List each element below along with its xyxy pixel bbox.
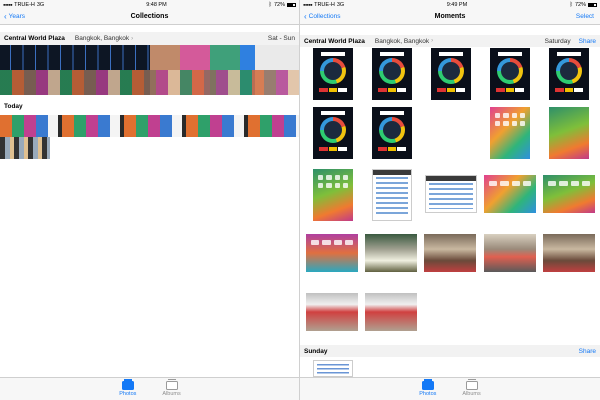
albums-tab-icon bbox=[465, 379, 478, 390]
collection-title: Central World Plaza bbox=[4, 35, 65, 42]
photos-tab-icon bbox=[121, 379, 134, 390]
photo-thumbnail[interactable] bbox=[372, 48, 412, 100]
battery-percent: 72% bbox=[273, 1, 285, 8]
nav-bar: ‹ Collections Moments Select bbox=[300, 9, 600, 25]
photo-thumbnail[interactable] bbox=[543, 175, 595, 213]
collection-header[interactable]: Central World Plaza Bangkok, Bangkok › S… bbox=[0, 32, 299, 45]
clock: 9:49 PM bbox=[446, 1, 468, 8]
select-button[interactable]: Select bbox=[576, 13, 594, 20]
moment-date: Saturday bbox=[544, 37, 571, 45]
chevron-right-icon: › bbox=[431, 38, 434, 44]
photo-thumbnail[interactable] bbox=[313, 48, 353, 100]
bluetooth-icon: ᛒ bbox=[268, 1, 272, 8]
carrier: TRUE-H bbox=[14, 1, 35, 8]
photo-thumbnail[interactable] bbox=[372, 169, 412, 221]
photo-thumbnail[interactable] bbox=[549, 107, 589, 159]
clock: 9:48 PM bbox=[146, 1, 167, 8]
network: 3G bbox=[336, 1, 345, 8]
tab-bar: Photos Albums bbox=[300, 377, 600, 400]
collection-thumbnails-today-row2[interactable] bbox=[0, 137, 50, 159]
share-button[interactable]: Share bbox=[579, 348, 596, 355]
tab-albums-label: Albums bbox=[462, 391, 481, 397]
photo-thumbnail[interactable] bbox=[365, 234, 417, 272]
back-button[interactable]: ‹ Years bbox=[4, 11, 26, 21]
moment-header-sunday: Sunday Share bbox=[300, 345, 600, 357]
battery-icon bbox=[287, 2, 296, 7]
photo-thumbnail[interactable] bbox=[431, 48, 471, 100]
tab-photos[interactable]: Photos bbox=[419, 379, 437, 400]
moment-location[interactable]: Bangkok, Bangkok bbox=[375, 38, 429, 45]
tab-albums[interactable]: Albums bbox=[162, 379, 181, 400]
collection-header-today[interactable]: Today bbox=[0, 100, 299, 112]
signal-icon: ●●●●● bbox=[3, 2, 13, 7]
chevron-left-icon: ‹ bbox=[4, 11, 7, 21]
tab-albums-label: Albums bbox=[162, 391, 181, 397]
network: 3G bbox=[36, 1, 45, 8]
photo-thumbnail[interactable] bbox=[484, 234, 536, 272]
photo-thumbnail[interactable] bbox=[372, 107, 412, 159]
tab-photos-label: Photos bbox=[119, 391, 137, 397]
photo-thumbnail[interactable] bbox=[313, 107, 353, 159]
collection-thumbnails-today[interactable] bbox=[0, 115, 299, 137]
carrier: TRUE-H bbox=[314, 1, 335, 8]
collections-screen: ●●●●● TRUE-H 3G 9:48 PM ᛒ 72% ‹ Years Co… bbox=[0, 0, 300, 400]
moment-header: Central World Plaza Bangkok, Bangkok › S… bbox=[300, 35, 600, 47]
photo-thumbnail[interactable] bbox=[490, 48, 530, 100]
back-label: Years bbox=[8, 13, 26, 20]
photo-thumbnail[interactable] bbox=[490, 107, 530, 159]
albums-tab-icon bbox=[165, 379, 178, 390]
nav-bar: ‹ Years Collections bbox=[0, 9, 299, 25]
photos-tab-icon bbox=[421, 379, 434, 390]
share-button[interactable]: Share bbox=[579, 38, 596, 45]
photo-thumbnail[interactable] bbox=[313, 169, 353, 221]
collection-thumbnails[interactable] bbox=[0, 45, 299, 95]
photo-thumbnail[interactable] bbox=[543, 234, 595, 272]
photo-thumbnail[interactable] bbox=[306, 293, 358, 331]
photo-thumbnail[interactable] bbox=[306, 234, 358, 272]
tab-photos[interactable]: Photos bbox=[119, 379, 137, 400]
chevron-right-icon: › bbox=[131, 35, 134, 42]
moment-title: Central World Plaza bbox=[304, 37, 365, 45]
collection-date: Sat - Sun bbox=[267, 35, 295, 42]
moment-title: Sunday bbox=[304, 347, 328, 355]
page-title: Collections bbox=[130, 13, 169, 20]
battery-icon bbox=[588, 2, 597, 7]
chevron-left-icon: ‹ bbox=[304, 11, 307, 21]
moments-screen: ●●●●● TRUE-H 3G 9:49 PM ᛒ 72% ‹ Collecti… bbox=[300, 0, 600, 400]
photo-thumbnail[interactable] bbox=[425, 175, 477, 213]
status-bar: ●●●●● TRUE-H 3G 9:49 PM ᛒ 72% bbox=[300, 0, 600, 9]
collection-location[interactable]: Bangkok, Bangkok bbox=[75, 35, 129, 42]
tab-albums[interactable]: Albums bbox=[462, 379, 481, 400]
tab-bar: Photos Albums bbox=[0, 377, 299, 400]
status-bar: ●●●●● TRUE-H 3G 9:48 PM ᛒ 72% bbox=[0, 0, 299, 9]
back-button[interactable]: ‹ Collections bbox=[304, 11, 341, 21]
signal-icon: ●●●●● bbox=[303, 2, 313, 7]
collection-title: Today bbox=[4, 102, 23, 110]
photo-thumbnail[interactable] bbox=[313, 360, 353, 377]
photo-thumbnail[interactable] bbox=[365, 293, 417, 331]
battery-percent: 72% bbox=[574, 1, 586, 8]
page-title: Moments bbox=[434, 13, 466, 20]
bluetooth-icon: ᛒ bbox=[569, 1, 573, 8]
back-label: Collections bbox=[308, 13, 341, 20]
photo-thumbnail[interactable] bbox=[484, 175, 536, 213]
photo-thumbnail[interactable] bbox=[424, 234, 476, 272]
tab-photos-label: Photos bbox=[419, 391, 437, 397]
photo-thumbnail[interactable] bbox=[549, 48, 589, 100]
